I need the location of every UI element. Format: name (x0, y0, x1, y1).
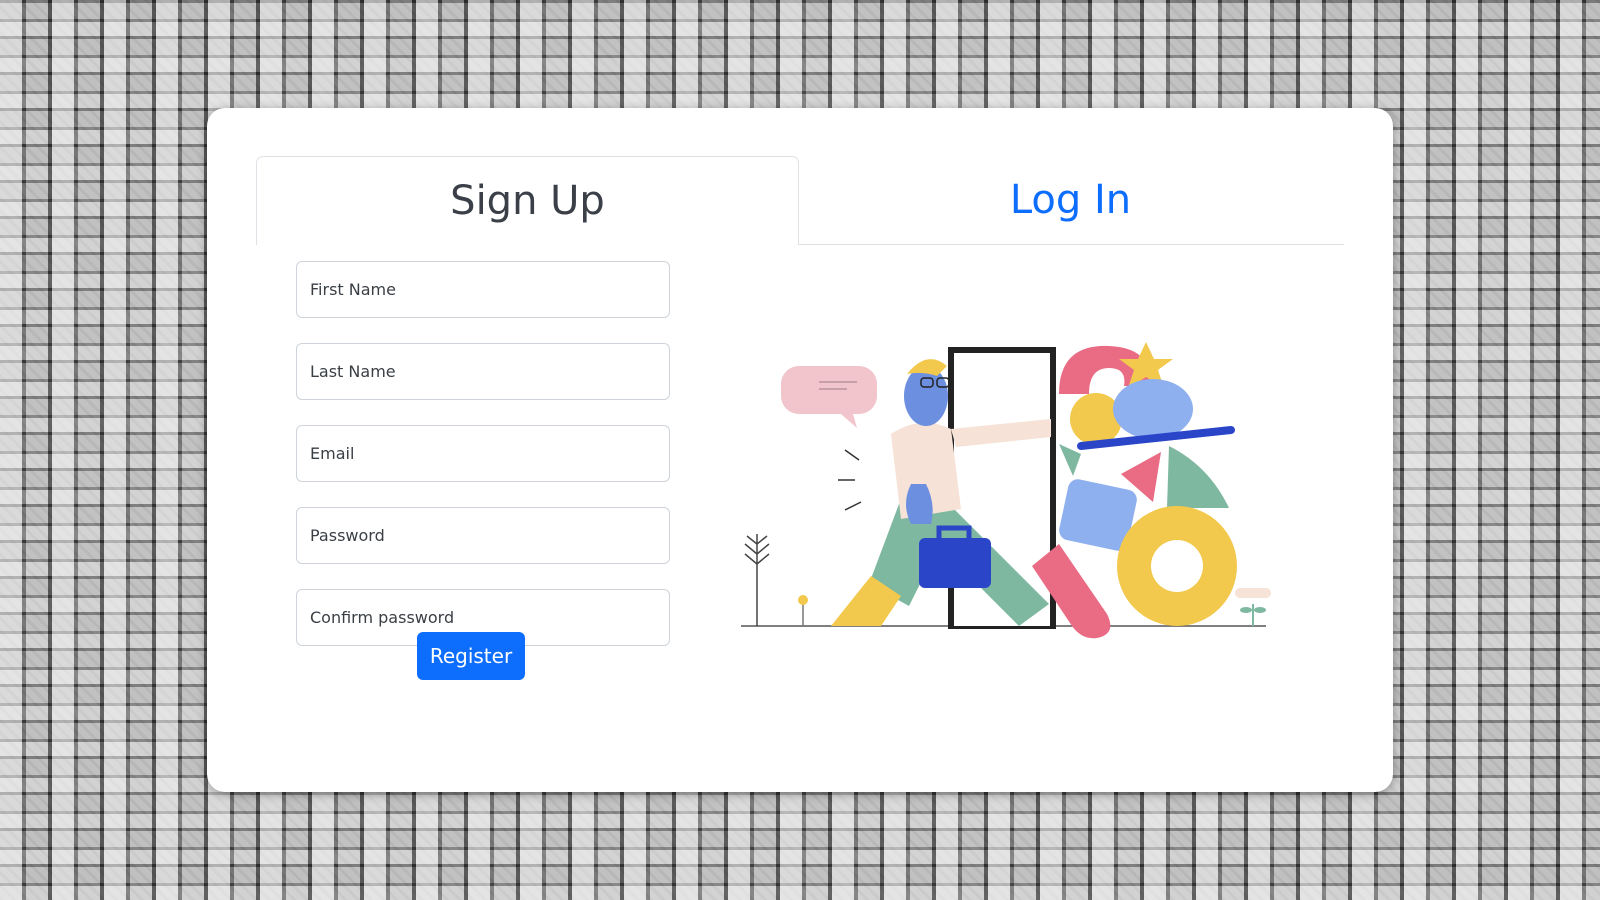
register-button[interactable]: Register (417, 632, 525, 680)
tab-sign-up[interactable]: Sign Up (256, 156, 799, 245)
tab-log-in[interactable]: Log In (799, 156, 1342, 244)
first-name-input[interactable] (296, 261, 670, 318)
email-input[interactable] (296, 425, 670, 482)
signup-illustration (741, 342, 1271, 639)
auth-card: Sign Up Log In Register (207, 108, 1393, 792)
auth-tabs: Sign Up Log In (256, 156, 1344, 245)
last-name-input[interactable] (296, 343, 670, 400)
password-input[interactable] (296, 507, 670, 564)
signup-form (296, 261, 670, 671)
